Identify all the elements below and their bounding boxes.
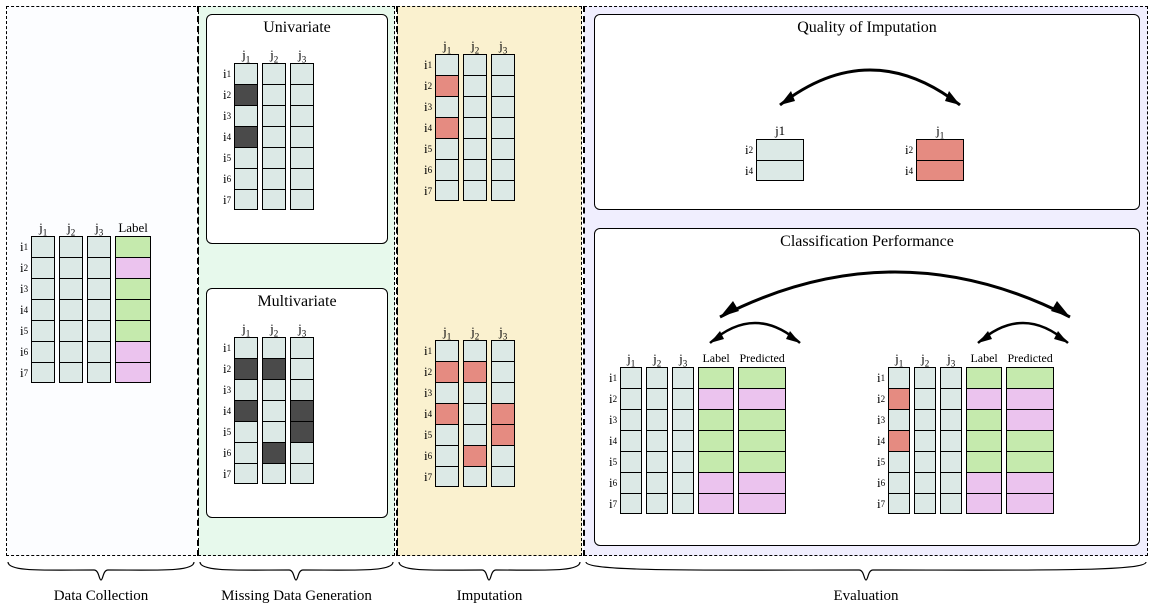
classification-table-imputed: i1i2i3i4i5i6i7 j1 j2 j3 Label Predicted bbox=[877, 351, 1054, 514]
brace-label: Data Collection bbox=[6, 588, 196, 605]
panel-title: Multivariate bbox=[207, 289, 387, 315]
brace-icon bbox=[397, 560, 582, 584]
classification-table-original: i1i2i3i4i5i6i7 j1 j2 j3 Label Predicted bbox=[609, 351, 786, 514]
panel-title: Quality of Imputation bbox=[595, 15, 1139, 41]
col-header: j2 bbox=[59, 220, 83, 236]
panel-title: Univariate bbox=[207, 15, 387, 41]
row-labels: i1i2i3i4i5i6i7 bbox=[223, 63, 232, 210]
panel-title: Classification Performance bbox=[595, 229, 1139, 255]
panel-quality-of-imputation: Quality of Imputation i2i4 j1 i2i4 j1 bbox=[594, 14, 1140, 210]
brace-icon bbox=[584, 560, 1148, 584]
divider bbox=[396, 6, 398, 556]
brace-row: Data Collection Missing Data Generation … bbox=[6, 560, 1148, 612]
row-labels: i1i2i3i4i5i6i7 bbox=[20, 236, 29, 383]
brace-label: Imputation bbox=[397, 588, 582, 605]
panel-multivariate: Multivariate i1i2i3i4i5i6i7 j1 j2 j3 bbox=[206, 288, 388, 518]
double-arrow-icon bbox=[700, 311, 810, 351]
brace-icon bbox=[198, 560, 395, 584]
double-arrow-icon bbox=[765, 55, 975, 115]
panel-classification-performance: Classification Performance i1i2i3i4i5i6i… bbox=[594, 228, 1140, 546]
divider bbox=[197, 6, 199, 556]
col-header: j1 bbox=[31, 220, 55, 236]
double-arrow-icon bbox=[968, 311, 1078, 351]
imputation-table-multivariate: i1i2i3i4i5i6i7 j1 j2 j3 bbox=[424, 324, 515, 487]
brace-label: Evaluation bbox=[584, 588, 1148, 605]
col-header-label: Label bbox=[115, 220, 151, 236]
imputation-table-univariate: i1i2i3i4i5i6i7 j1 j2 j3 bbox=[424, 38, 515, 201]
divider bbox=[583, 6, 585, 556]
data-collection-table: i1i2i3i4i5i6i7 j1 j2 j3 Label bbox=[20, 220, 151, 383]
brace-icon bbox=[6, 560, 196, 584]
col-header: j3 bbox=[87, 220, 111, 236]
panel-univariate: Univariate i1i2i3i4i5i6i7 j1 j2 j3 bbox=[206, 14, 388, 244]
brace-label: Missing Data Generation bbox=[198, 588, 395, 605]
